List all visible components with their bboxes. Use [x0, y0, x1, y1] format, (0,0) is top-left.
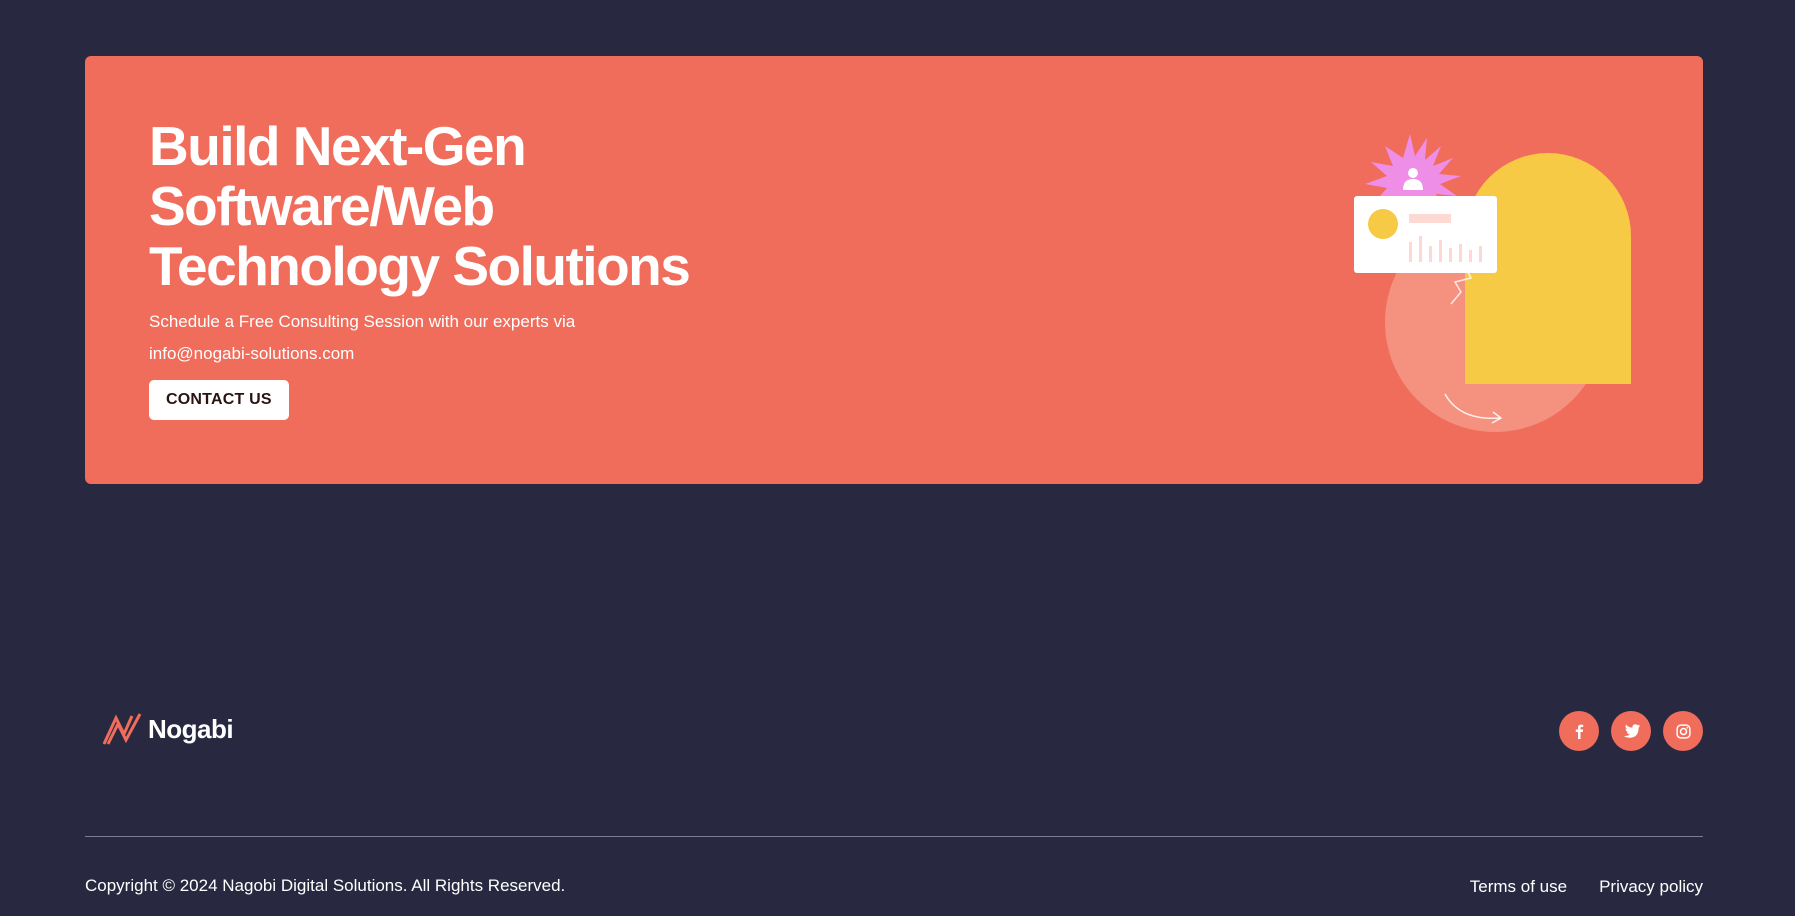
- logo-text: Nogabi: [148, 713, 234, 744]
- cta-title-line: Build Next-Gen: [149, 115, 527, 177]
- facebook-link[interactable]: [1559, 711, 1599, 751]
- social-links: [1559, 711, 1703, 751]
- cta-subtitle-text: Schedule a Free Consulting Session with …: [149, 312, 576, 331]
- cta-title: Build Next-Gen Software/Web Technology S…: [149, 116, 789, 296]
- facebook-icon: [1575, 724, 1584, 739]
- cta-email: info@nogabi-solutions.com: [149, 344, 355, 363]
- contact-us-button[interactable]: CONTACT US: [149, 380, 289, 420]
- nogabi-logo-icon: [102, 713, 142, 745]
- copyright-text: Copyright © 2024 Nagobi Digital Solution…: [85, 876, 566, 895]
- twitter-link[interactable]: [1611, 711, 1651, 751]
- instagram-icon: [1675, 723, 1691, 739]
- instagram-link[interactable]: [1663, 711, 1703, 751]
- cta-title-line: Technology Solutions: [149, 235, 691, 297]
- twitter-icon: [1623, 724, 1640, 738]
- terms-of-use-link[interactable]: Terms of use: [1470, 877, 1567, 897]
- footer-logo[interactable]: Nogabi: [102, 712, 234, 746]
- cta-subtitle: Schedule a Free Consulting Session with …: [149, 306, 649, 370]
- cta-title-line: Software/Web: [149, 175, 495, 237]
- card-dot: [1368, 209, 1398, 239]
- person-icon-head: [1408, 168, 1418, 178]
- cta-banner: Build Next-Gen Software/Web Technology S…: [85, 56, 1703, 484]
- privacy-policy-link[interactable]: Privacy policy: [1599, 877, 1703, 897]
- card-line: [1409, 214, 1451, 223]
- footer-divider: [85, 836, 1703, 837]
- consulting-illustration: [1354, 134, 1631, 432]
- legal-links: Terms of use Privacy policy: [1470, 877, 1703, 897]
